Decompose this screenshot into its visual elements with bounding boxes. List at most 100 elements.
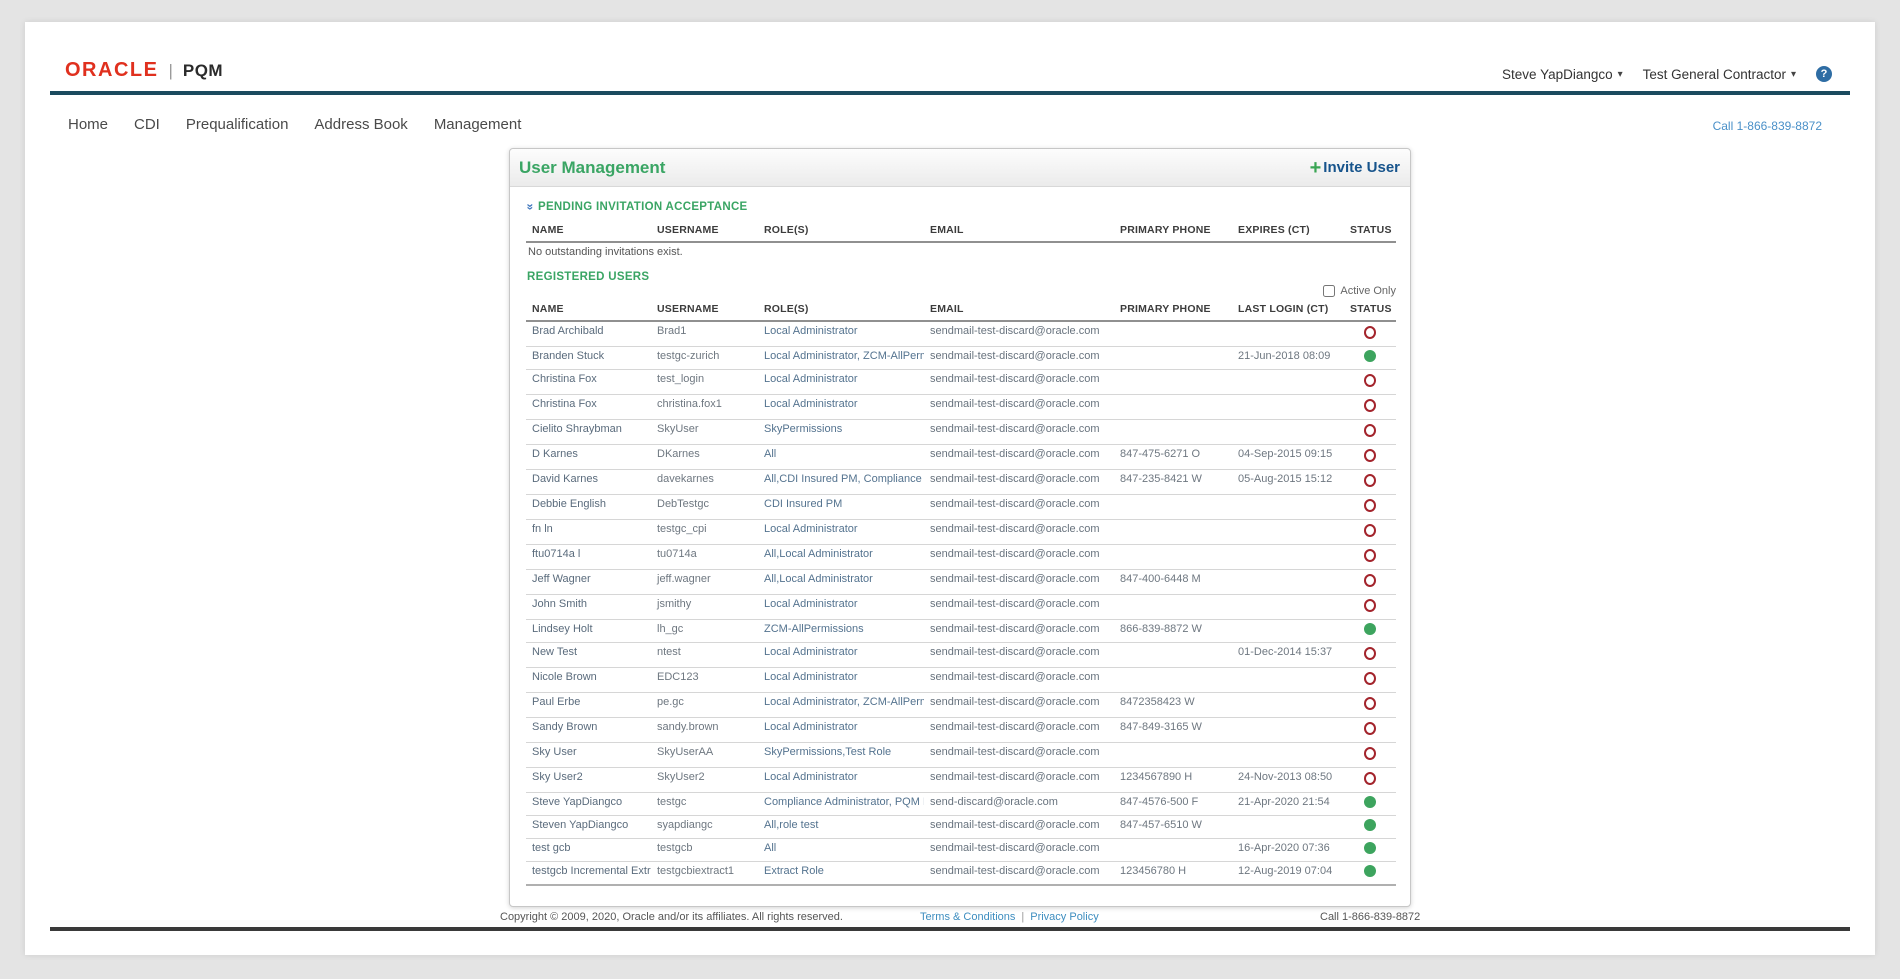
username-cell: SkyUserAA <box>651 743 758 768</box>
user-row[interactable]: ftu0714a ltu0714aAll,Local Administrator… <box>526 545 1396 570</box>
header-user-area: Steve YapDiangco ▾ Test General Contract… <box>1502 66 1832 82</box>
status-inactive-icon <box>1364 424 1376 437</box>
status-inactive-icon <box>1364 499 1376 512</box>
email-cell: sendmail-test-discard@oracle.com <box>924 370 1114 395</box>
phone-cell: 1234567890 H <box>1114 768 1232 793</box>
user-row[interactable]: D KarnesDKarnesAllsendmail-test-discard@… <box>526 445 1396 470</box>
name-cell: Sky User <box>526 743 651 768</box>
organization-menu[interactable]: Test General Contractor ▾ <box>1643 67 1796 82</box>
call-phone-link[interactable]: Call 1-866-839-8872 <box>1713 119 1822 133</box>
column-header-roles: ROLE(S) <box>758 222 924 242</box>
phone-cell <box>1114 743 1232 768</box>
status-cell <box>1344 643 1396 668</box>
roles-cell: Local Administrator <box>758 395 924 420</box>
phone-cell: 847-4576-500 F <box>1114 793 1232 816</box>
status-inactive-icon <box>1364 722 1376 735</box>
column-header-status: STATUS <box>1344 301 1396 321</box>
name-cell: Nicole Brown <box>526 668 651 693</box>
name-cell: Paul Erbe <box>526 693 651 718</box>
product-name: PQM <box>183 61 223 81</box>
username-cell: testgc <box>651 793 758 816</box>
nav-item-prequalification[interactable]: Prequalification <box>186 116 289 133</box>
pending-invitations-heading: PENDING INVITATION ACCEPTANCE <box>538 201 748 213</box>
nav-item-home[interactable]: Home <box>68 116 108 133</box>
copyright-text: Copyright © 2009, 2020, Oracle and/or it… <box>500 911 843 923</box>
status-inactive-icon <box>1364 747 1376 760</box>
name-cell: Jeff Wagner <box>526 570 651 595</box>
pending-invitations-toggle[interactable]: » PENDING INVITATION ACCEPTANCE <box>527 201 1394 213</box>
pending-invitations-table: NAME USERNAME ROLE(S) EMAIL PRIMARY PHON… <box>526 222 1396 243</box>
username-cell: sandy.brown <box>651 718 758 743</box>
user-row[interactable]: Sandy Brownsandy.brownLocal Administrato… <box>526 718 1396 743</box>
name-cell: Christina Fox <box>526 370 651 395</box>
name-cell: Steve YapDiangco <box>526 793 651 816</box>
email-cell: sendmail-test-discard@oracle.com <box>924 545 1114 570</box>
nav-item-cdi[interactable]: CDI <box>134 116 160 133</box>
registered-users-body: Brad ArchibaldBrad1Local Administratorse… <box>526 321 1396 885</box>
user-row[interactable]: Jeff Wagnerjeff.wagnerAll,Local Administ… <box>526 570 1396 595</box>
phone-cell <box>1114 395 1232 420</box>
user-row[interactable]: Steven YapDiangcosyapdiangcAll,role test… <box>526 816 1396 839</box>
last-login-cell <box>1232 370 1344 395</box>
username-cell: SkyUser <box>651 420 758 445</box>
active-only-label: Active Only <box>1340 285 1396 297</box>
roles-cell: Local Administrator <box>758 643 924 668</box>
user-row[interactable]: Sky User2SkyUser2Local Administratorsend… <box>526 768 1396 793</box>
email-cell: sendmail-test-discard@oracle.com <box>924 470 1114 495</box>
footer-links: Terms & Conditions | Privacy Policy <box>920 911 1099 923</box>
help-icon[interactable]: ? <box>1816 66 1832 82</box>
status-cell <box>1344 839 1396 862</box>
user-row[interactable]: New TestntestLocal Administratorsendmail… <box>526 643 1396 668</box>
user-row[interactable]: fn lntestgc_cpiLocal Administratorsendma… <box>526 520 1396 545</box>
user-row[interactable]: David KarnesdavekarnesAll,CDI Insured PM… <box>526 470 1396 495</box>
status-inactive-icon <box>1364 524 1376 537</box>
status-active-icon <box>1364 865 1376 877</box>
status-active-icon <box>1364 796 1376 808</box>
phone-cell <box>1114 321 1232 347</box>
user-row[interactable]: Steve YapDiangcotestgcCompliance Adminis… <box>526 793 1396 816</box>
user-row[interactable]: Christina Foxchristina.fox1Local Adminis… <box>526 395 1396 420</box>
main-nav: Home CDI Prequalification Address Book M… <box>68 116 521 133</box>
username-cell: Brad1 <box>651 321 758 347</box>
username-cell: tu0714a <box>651 545 758 570</box>
name-cell: Branden Stuck <box>526 347 651 370</box>
user-row[interactable]: Cielito ShraybmanSkyUserSkyPermissionsse… <box>526 420 1396 445</box>
user-row[interactable]: test gcbtestgcbAllsendmail-test-discard@… <box>526 839 1396 862</box>
status-cell <box>1344 718 1396 743</box>
user-management-panel: User Management + Invite User » PENDING … <box>509 148 1411 907</box>
user-row[interactable]: Branden Stucktestgc-zurichLocal Administ… <box>526 347 1396 370</box>
user-row[interactable]: Paul Erbepe.gcLocal Administrator, ZCM-A… <box>526 693 1396 718</box>
user-row[interactable]: John SmithjsmithyLocal Administratorsend… <box>526 595 1396 620</box>
last-login-cell: 12-Aug-2019 07:04 <box>1232 862 1344 886</box>
privacy-link[interactable]: Privacy Policy <box>1030 911 1098 923</box>
invite-user-button[interactable]: + Invite User <box>1310 159 1400 176</box>
email-cell: sendmail-test-discard@oracle.com <box>924 862 1114 886</box>
roles-cell: Local Administrator <box>758 718 924 743</box>
user-row[interactable]: testgcb Incremental Extrtestgcbiextract1… <box>526 862 1396 886</box>
user-row[interactable]: Lindsey Holtlh_gcZCM-AllPermissionssendm… <box>526 620 1396 643</box>
roles-cell: Local Administrator <box>758 668 924 693</box>
user-row[interactable]: Debbie EnglishDebTestgcCDI Insured PMsen… <box>526 495 1396 520</box>
nav-item-address-book[interactable]: Address Book <box>314 116 407 133</box>
phone-cell <box>1114 839 1232 862</box>
registered-users-table: NAME USERNAME ROLE(S) EMAIL PRIMARY PHON… <box>526 301 1396 886</box>
user-row[interactable]: Nicole BrownEDC123Local Administratorsen… <box>526 668 1396 693</box>
terms-link[interactable]: Terms & Conditions <box>920 911 1015 923</box>
user-menu[interactable]: Steve YapDiangco ▾ <box>1502 67 1623 82</box>
last-login-cell <box>1232 495 1344 520</box>
column-header-primary-phone: PRIMARY PHONE <box>1114 222 1232 242</box>
status-active-icon <box>1364 819 1376 831</box>
name-cell: Debbie English <box>526 495 651 520</box>
name-cell: testgcb Incremental Extr <box>526 862 651 886</box>
email-cell: sendmail-test-discard@oracle.com <box>924 595 1114 620</box>
user-row[interactable]: Brad ArchibaldBrad1Local Administratorse… <box>526 321 1396 347</box>
user-row[interactable]: Sky UserSkyUserAASkyPermissions,Test Rol… <box>526 743 1396 768</box>
active-only-checkbox[interactable] <box>1323 285 1335 297</box>
status-cell <box>1344 570 1396 595</box>
status-cell <box>1344 545 1396 570</box>
status-active-icon <box>1364 842 1376 854</box>
nav-item-management[interactable]: Management <box>434 116 522 133</box>
last-login-cell <box>1232 395 1344 420</box>
roles-cell: Extract Role <box>758 862 924 886</box>
user-row[interactable]: Christina Foxtest_loginLocal Administrat… <box>526 370 1396 395</box>
